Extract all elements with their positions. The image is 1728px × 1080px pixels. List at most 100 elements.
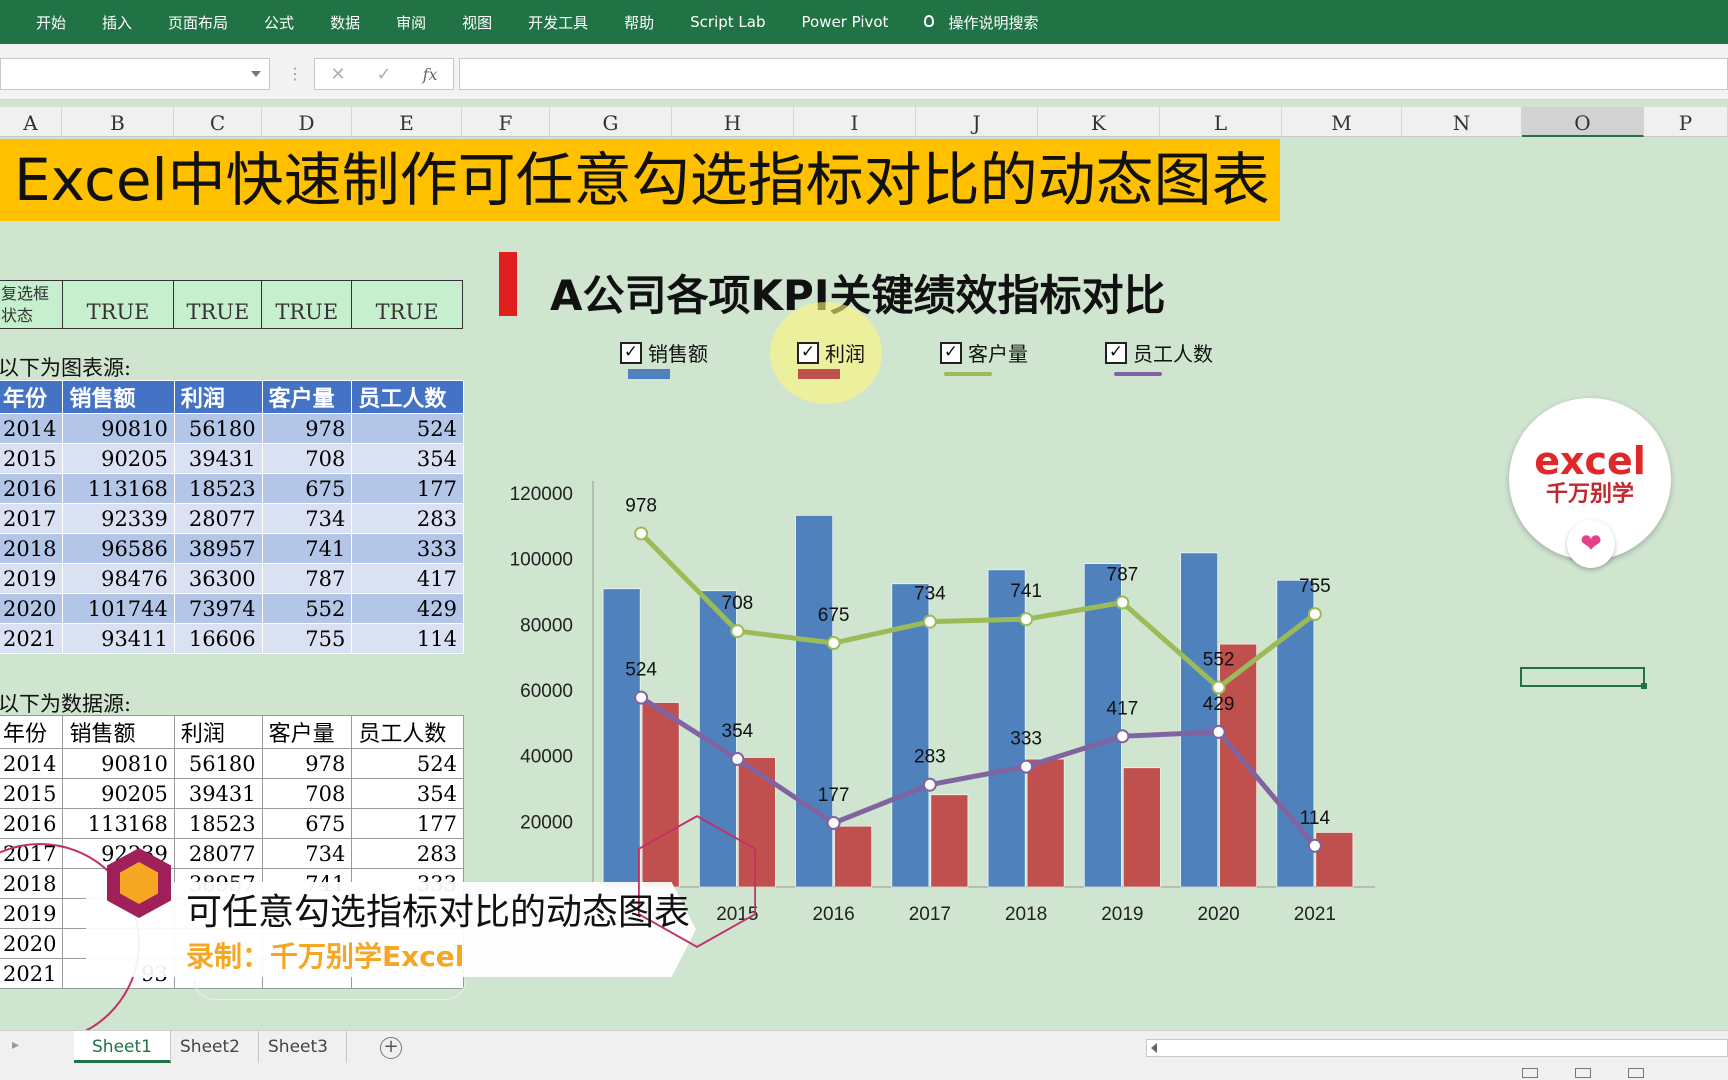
page-layout-view-icon[interactable]: [1575, 1068, 1591, 1078]
checkbox-icon[interactable]: ✓: [620, 341, 642, 364]
header-cell[interactable]: 销售额: [62, 380, 175, 414]
cell[interactable]: 978: [261, 748, 353, 779]
formula-input[interactable]: [459, 58, 1728, 90]
cell[interactable]: 708: [261, 778, 353, 809]
tab-formulas[interactable]: 公式: [264, 12, 294, 33]
cell[interactable]: 90810: [62, 748, 175, 779]
checkbox-icon[interactable]: ✓: [1105, 341, 1127, 364]
cell[interactable]: 417: [351, 563, 464, 594]
cell[interactable]: 2017: [0, 503, 64, 534]
insert-function-icon[interactable]: fx: [423, 65, 438, 84]
enter-icon[interactable]: ✓: [377, 64, 392, 85]
data-source-label[interactable]: 以下为数据源:: [0, 688, 131, 718]
cell[interactable]: 16606: [173, 623, 263, 654]
title-banner[interactable]: Excel中快速制作可任意勾选指标对比的动态图表: [0, 139, 1280, 221]
header-cell[interactable]: 员工人数: [351, 380, 464, 414]
sheet-nav-icon[interactable]: ▸: [12, 1037, 19, 1053]
cell[interactable]: 755: [261, 623, 353, 654]
checkbox-state-cell[interactable]: TRUE: [61, 280, 175, 329]
cell[interactable]: 2016: [0, 808, 64, 839]
cell[interactable]: 429: [351, 593, 464, 624]
checkbox-profit[interactable]: ✓ 利润: [797, 338, 865, 367]
cell[interactable]: 18523: [173, 473, 263, 504]
header-cell[interactable]: 销售额: [62, 715, 175, 749]
cell[interactable]: 113168: [62, 808, 175, 839]
cell[interactable]: 2019: [0, 563, 64, 594]
cell[interactable]: 56180: [173, 413, 263, 444]
cell[interactable]: 90205: [62, 778, 175, 809]
cell[interactable]: 333: [351, 533, 464, 564]
tab-script-lab[interactable]: Script Lab: [690, 13, 765, 31]
column-header-l[interactable]: L: [1160, 107, 1282, 137]
selected-cell[interactable]: [1520, 667, 1647, 689]
cell[interactable]: 90205: [62, 443, 175, 474]
cell[interactable]: 36300: [173, 563, 263, 594]
checkbox-state-cell[interactable]: TRUE: [351, 280, 463, 329]
column-header-j[interactable]: J: [916, 107, 1038, 137]
checkbox-state-cell[interactable]: TRUE: [261, 280, 353, 329]
cell[interactable]: 734: [261, 503, 353, 534]
column-header-g[interactable]: G: [550, 107, 672, 137]
cell[interactable]: 741: [261, 533, 353, 564]
cell[interactable]: 2015: [0, 778, 64, 809]
tab-page-layout[interactable]: 页面布局: [168, 12, 228, 33]
cell[interactable]: 2014: [0, 413, 64, 444]
cell[interactable]: 28077: [173, 838, 263, 869]
header-cell[interactable]: 利润: [173, 380, 263, 414]
cell[interactable]: 38957: [173, 533, 263, 564]
column-header-f[interactable]: F: [462, 107, 550, 137]
tab-data[interactable]: 数据: [330, 12, 360, 33]
header-cell[interactable]: 年份: [0, 380, 64, 414]
tab-help[interactable]: 帮助: [624, 12, 654, 33]
chevron-down-icon[interactable]: [251, 71, 261, 77]
cell[interactable]: 675: [261, 808, 353, 839]
column-header-a[interactable]: A: [0, 107, 62, 137]
cell[interactable]: 2016: [0, 473, 64, 504]
cell[interactable]: 708: [261, 443, 353, 474]
normal-view-icon[interactable]: [1522, 1068, 1538, 1078]
cancel-icon[interactable]: ✕: [330, 64, 345, 85]
cell[interactable]: 552: [261, 593, 353, 624]
header-cell[interactable]: 客户量: [261, 380, 353, 414]
name-box[interactable]: [0, 58, 270, 90]
column-header-o[interactable]: O: [1522, 107, 1644, 137]
cell[interactable]: 96586: [62, 533, 175, 564]
kpi-chart[interactable]: 2000040000600008000010000012000020142015…: [488, 395, 1428, 935]
cell[interactable]: 28077: [173, 503, 263, 534]
cell[interactable]: 18523: [173, 808, 263, 839]
cell[interactable]: 2021: [0, 623, 64, 654]
column-header-i[interactable]: I: [794, 107, 916, 137]
cell[interactable]: 283: [351, 838, 464, 869]
column-header-c[interactable]: C: [174, 107, 262, 137]
checkbox-state-label[interactable]: 复选框 状态: [0, 280, 63, 329]
tab-view[interactable]: 视图: [462, 12, 492, 33]
cell[interactable]: 2015: [0, 443, 64, 474]
column-header-d[interactable]: D: [262, 107, 352, 137]
tab-power-pivot[interactable]: Power Pivot: [802, 13, 889, 31]
header-cell[interactable]: 年份: [0, 715, 64, 749]
cell[interactable]: 524: [351, 413, 464, 444]
checkbox-customers[interactable]: ✓ 客户量: [940, 338, 1028, 367]
tab-developer[interactable]: 开发工具: [528, 12, 588, 33]
cell[interactable]: 2014: [0, 748, 64, 779]
cell[interactable]: 524: [351, 748, 464, 779]
cell[interactable]: 113168: [62, 473, 175, 504]
tab-review[interactable]: 审阅: [396, 12, 426, 33]
header-cell[interactable]: 客户量: [261, 715, 353, 749]
column-header-k[interactable]: K: [1038, 107, 1160, 137]
cell[interactable]: 787: [261, 563, 353, 594]
page-break-view-icon[interactable]: [1628, 1068, 1644, 1078]
cell[interactable]: 90810: [62, 413, 175, 444]
cell[interactable]: 56180: [173, 748, 263, 779]
checkbox-employees[interactable]: ✓ 员工人数: [1105, 338, 1213, 367]
cell[interactable]: 177: [351, 473, 464, 504]
cell[interactable]: 2020: [0, 593, 64, 624]
cell[interactable]: 283: [351, 503, 464, 534]
cell[interactable]: 978: [261, 413, 353, 444]
sheet-tab-sheet2[interactable]: Sheet2: [162, 1031, 259, 1063]
column-header-n[interactable]: N: [1402, 107, 1522, 137]
checkbox-sales[interactable]: ✓ 销售额: [620, 338, 708, 367]
cell[interactable]: 93411: [62, 623, 175, 654]
header-cell[interactable]: 利润: [173, 715, 263, 749]
header-cell[interactable]: 员工人数: [351, 715, 464, 749]
